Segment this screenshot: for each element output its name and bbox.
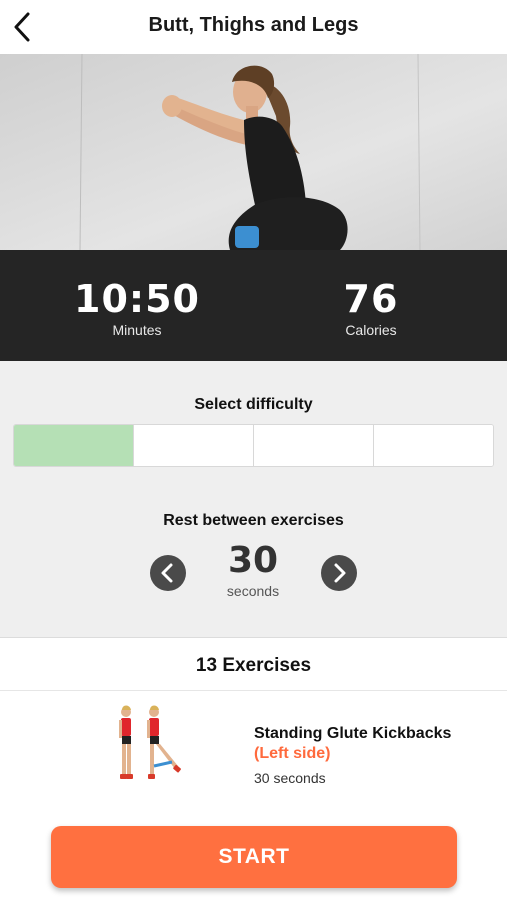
- difficulty-level-4[interactable]: [374, 425, 493, 466]
- rest-title: Rest between exercises: [163, 512, 344, 529]
- start-label: START: [218, 845, 290, 868]
- duration-label: Minutes: [112, 322, 162, 338]
- rest-value: 30: [227, 540, 279, 581]
- exercise-count: 13 Exercises: [195, 655, 312, 676]
- calories-stat: 76 Calories: [271, 278, 471, 338]
- start-button[interactable]: START: [51, 826, 457, 888]
- exercise-name: Standing Glute Kickbacks: [254, 725, 452, 742]
- difficulty-level-2[interactable]: [134, 425, 254, 466]
- workout-hero-image: [0, 54, 507, 250]
- calories-label: Calories: [345, 322, 397, 338]
- workout-stats: 10:50 Minutes 76 Calories: [0, 250, 507, 361]
- difficulty-title: Select difficulty: [194, 396, 313, 413]
- duration-value: 10:50: [74, 277, 200, 321]
- calories-value: 76: [343, 277, 399, 321]
- page-title: Butt, Thighs and Legs: [148, 14, 359, 36]
- rest-stepper: 30 seconds: [0, 541, 507, 601]
- exercise-thumbnail: [100, 702, 200, 792]
- rest-unit: seconds: [226, 583, 280, 599]
- chevron-left-icon: [161, 563, 173, 583]
- workout-settings: Select difficulty Rest between exercises…: [0, 361, 507, 637]
- difficulty-level-3[interactable]: [254, 425, 374, 466]
- duration-stat: 10:50 Minutes: [37, 278, 237, 338]
- exercise-side: (Left side): [254, 745, 331, 762]
- difficulty-selector: [13, 424, 494, 467]
- difficulty-level-1[interactable]: [14, 425, 134, 466]
- rest-decrease-button[interactable]: [150, 555, 186, 591]
- chevron-right-icon: [334, 563, 346, 583]
- top-bar: Butt, Thighs and Legs: [0, 0, 507, 54]
- rest-increase-button[interactable]: [321, 555, 357, 591]
- exercise-count-bar: 13 Exercises: [0, 637, 507, 691]
- exercise-duration: 30 seconds: [254, 770, 326, 786]
- list-item[interactable]: Standing Glute Kickbacks (Left side) 30 …: [0, 692, 507, 802]
